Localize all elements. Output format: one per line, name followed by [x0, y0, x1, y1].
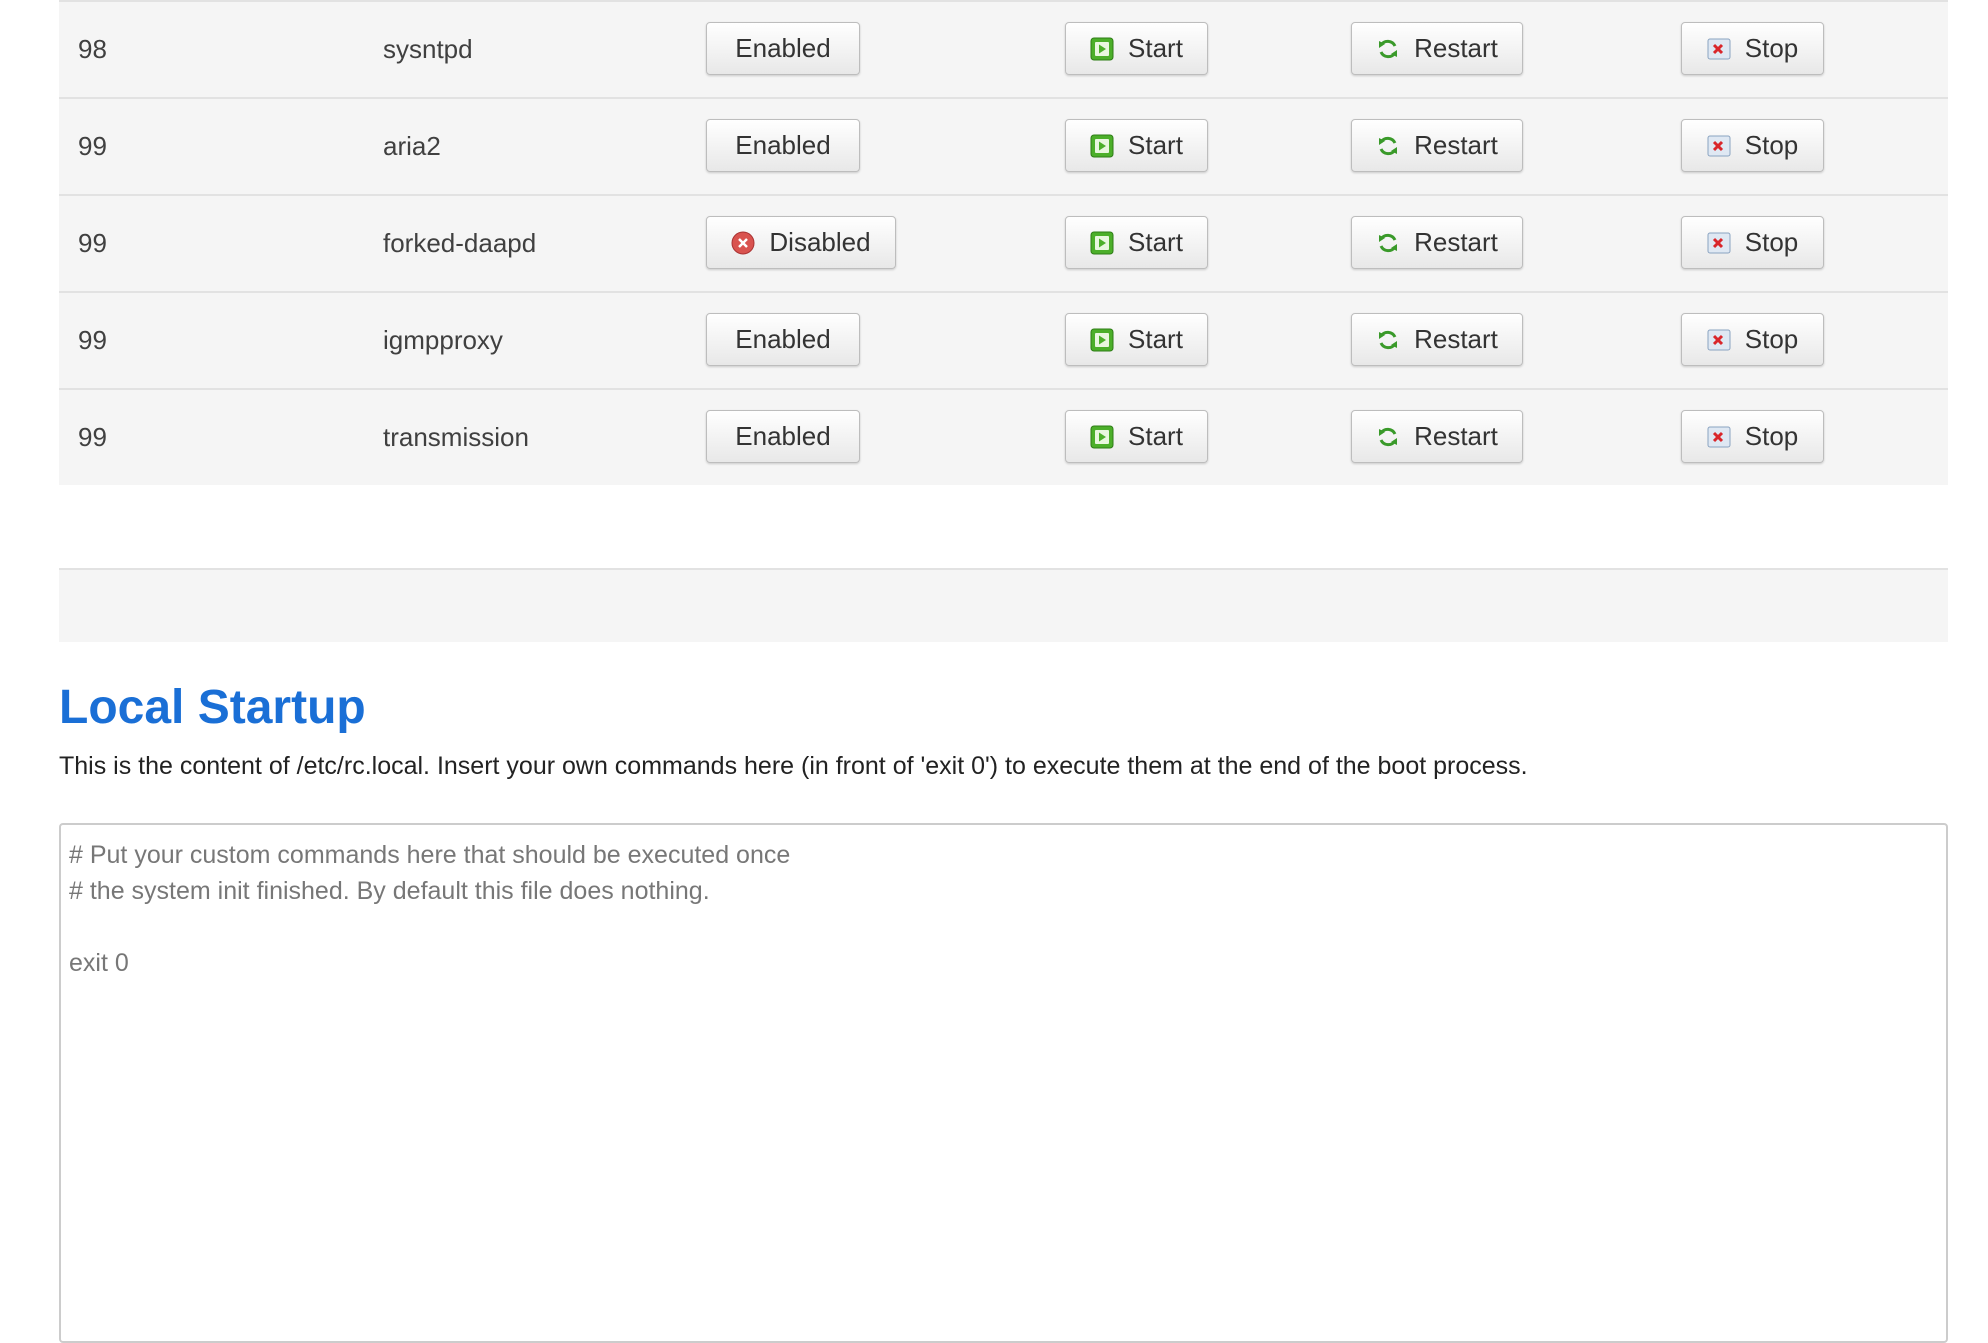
restart-button-label: Restart — [1414, 227, 1498, 257]
reload-icon — [1376, 425, 1400, 449]
stop-button[interactable]: Stop — [1681, 216, 1824, 269]
enable-toggle-button-label: Enabled — [735, 421, 831, 451]
restart-button-label: Restart — [1414, 33, 1498, 63]
service-priority: 99 — [78, 422, 107, 452]
service-name: transmission — [383, 422, 529, 452]
stop-button[interactable]: Stop — [1681, 410, 1824, 463]
reload-icon — [1376, 231, 1400, 255]
page: 98 sysntpd Enabled Start Restart Stop 99 aria2 E… — [59, 0, 1948, 1343]
service-name: aria2 — [383, 131, 441, 161]
start-button-label: Start — [1128, 33, 1183, 63]
start-button-label: Start — [1128, 227, 1183, 257]
stop-button[interactable]: Stop — [1681, 313, 1824, 366]
reload-icon — [1376, 134, 1400, 158]
local-startup-title: Local Startup — [59, 681, 366, 734]
service-name: forked-daapd — [383, 228, 537, 258]
service-name: igmpproxy — [383, 325, 503, 355]
stop-button-label: Stop — [1744, 33, 1799, 63]
service-priority: 99 — [78, 325, 107, 355]
start-button[interactable]: Start — [1065, 410, 1208, 463]
disabled-icon — [731, 231, 755, 255]
stop-button-label: Stop — [1744, 324, 1799, 354]
service-priority: 98 — [78, 34, 107, 64]
play-icon — [1090, 134, 1114, 158]
start-button[interactable]: Start — [1065, 22, 1208, 75]
enable-toggle-button-label: Enabled — [735, 324, 831, 354]
play-icon — [1090, 231, 1114, 255]
services-table: 98 sysntpd Enabled Start Restart Stop 99 aria2 E… — [59, 0, 1948, 485]
enable-toggle-button[interactable]: Enabled — [706, 313, 860, 366]
restart-button-label: Restart — [1414, 324, 1498, 354]
service-name: sysntpd — [383, 34, 473, 64]
enable-toggle-button-label: Enabled — [735, 33, 831, 63]
start-button[interactable]: Start — [1065, 119, 1208, 172]
service-priority: 99 — [78, 228, 107, 258]
play-icon — [1090, 37, 1114, 61]
restart-button[interactable]: Restart — [1351, 313, 1523, 366]
play-icon — [1090, 328, 1114, 352]
service-row: 99 transmission Enabled Start Restart Stop — [59, 390, 1948, 485]
reload-icon — [1376, 37, 1400, 61]
service-priority: 99 — [78, 131, 107, 161]
stop-icon — [1707, 37, 1731, 61]
start-button-label: Start — [1128, 421, 1183, 451]
enable-toggle-button[interactable]: Enabled — [706, 119, 860, 172]
start-button[interactable]: Start — [1065, 216, 1208, 269]
service-row: 99 aria2 Enabled Start Restart Stop — [59, 99, 1948, 196]
service-row: 98 sysntpd Enabled Start Restart Stop — [59, 2, 1948, 99]
play-icon — [1090, 425, 1114, 449]
start-button-label: Start — [1128, 130, 1183, 160]
enable-toggle-button[interactable]: Enabled — [706, 22, 860, 75]
stop-button[interactable]: Stop — [1681, 119, 1824, 172]
stop-button-label: Stop — [1744, 227, 1799, 257]
start-button-label: Start — [1128, 324, 1183, 354]
service-row: 99 igmpproxy Enabled Start Restart Stop — [59, 293, 1948, 390]
stop-button-label: Stop — [1744, 130, 1799, 160]
local-startup-description: This is the content of /etc/rc.local. In… — [59, 752, 1528, 780]
stop-icon — [1707, 231, 1731, 255]
enable-toggle-button-label: Enabled — [735, 130, 831, 160]
restart-button[interactable]: Restart — [1351, 22, 1523, 75]
restart-button[interactable]: Restart — [1351, 119, 1523, 172]
stop-icon — [1707, 134, 1731, 158]
enable-toggle-button[interactable]: Disabled — [706, 216, 896, 269]
enable-toggle-button-label: Disabled — [769, 227, 871, 257]
start-button[interactable]: Start — [1065, 313, 1208, 366]
restart-button-label: Restart — [1414, 130, 1498, 160]
table-footer-bar — [59, 568, 1948, 642]
service-row: 99 forked-daapd Disabled Start Restart Stop — [59, 196, 1948, 293]
restart-button[interactable]: Restart — [1351, 410, 1523, 463]
rc-local-editor[interactable] — [59, 823, 1948, 1343]
reload-icon — [1376, 328, 1400, 352]
stop-button-label: Stop — [1744, 421, 1799, 451]
enable-toggle-button[interactable]: Enabled — [706, 410, 860, 463]
stop-button[interactable]: Stop — [1681, 22, 1824, 75]
stop-icon — [1707, 328, 1731, 352]
restart-button-label: Restart — [1414, 421, 1498, 451]
stop-icon — [1707, 425, 1731, 449]
restart-button[interactable]: Restart — [1351, 216, 1523, 269]
